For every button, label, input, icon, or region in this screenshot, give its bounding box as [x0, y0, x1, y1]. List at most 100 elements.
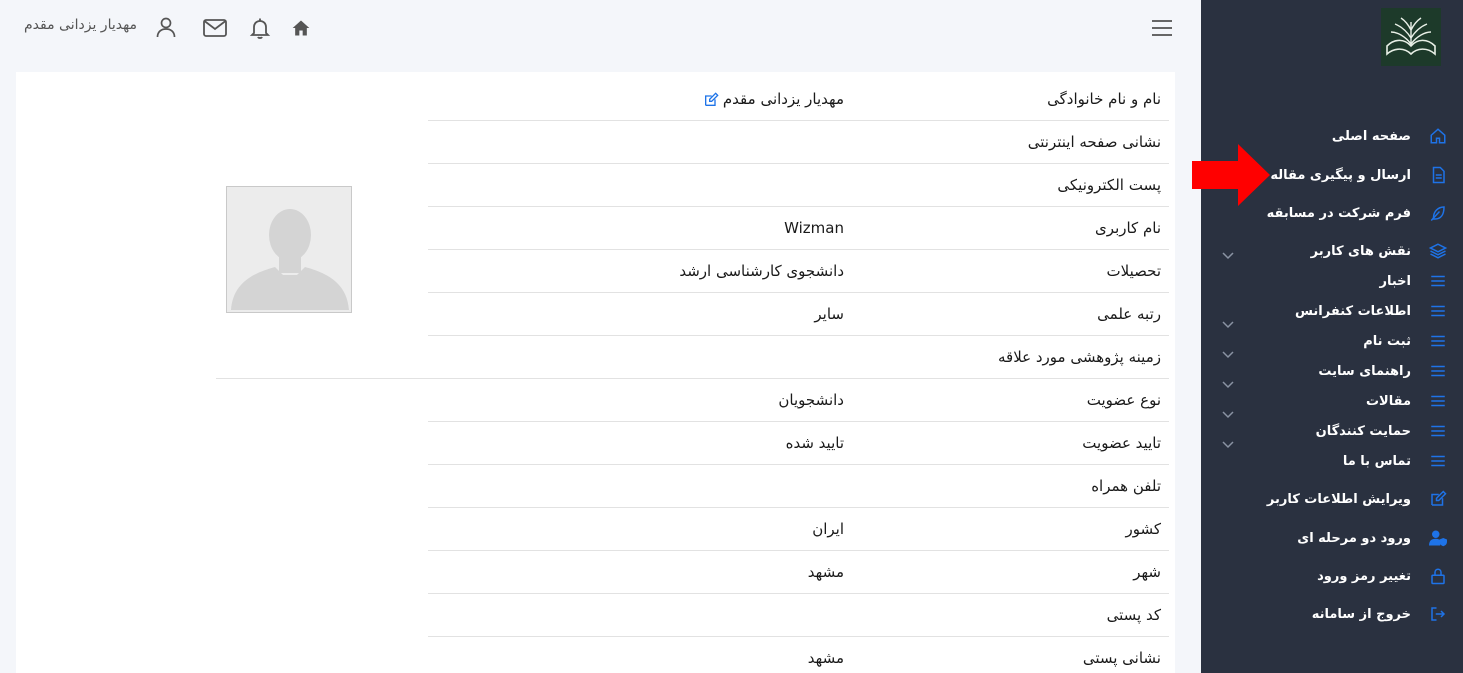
- sidebar-item-contact[interactable]: تماس با ما: [1343, 448, 1449, 474]
- feather-icon: [1427, 202, 1449, 224]
- sidebar-item-label: خروج از سامانه: [1311, 606, 1411, 622]
- profile-row-education: تحصیلات دانشجوی کارشناسی ارشد: [428, 250, 1169, 293]
- chevron-down-icon[interactable]: [1221, 407, 1235, 421]
- profile-row-postal-address: نشانی پستی مشهد: [428, 637, 1169, 673]
- document-icon: [1427, 164, 1449, 186]
- profile-row-membership-type: نوع عضویت دانشجویان: [428, 379, 1169, 422]
- row-label: نام کاربری: [1095, 219, 1161, 237]
- profile-row-email: پست الکترونیکی: [428, 164, 1169, 207]
- home-icon[interactable]: [287, 14, 315, 42]
- row-value: مهدیار یزدانی مقدم: [703, 78, 844, 121]
- profile-card: نام و نام خانوادگی مهدیار یزدانی مقدم نش…: [16, 72, 1175, 673]
- sidebar-item-label: ورود دو مرحله ای: [1297, 530, 1411, 546]
- layers-icon: [1427, 240, 1449, 262]
- edit-icon: [1427, 488, 1449, 510]
- sidebar-item-two-step-login[interactable]: ورود دو مرحله ای: [1297, 525, 1449, 551]
- top-header: مهدیار یزدانی مقدم: [0, 0, 1201, 58]
- profile-row-postal-code: کد پستی: [428, 594, 1169, 637]
- fullname-value: مهدیار یزدانی مقدم: [722, 90, 844, 108]
- profile-row-city: شهر مشهد: [428, 551, 1169, 594]
- sidebar-item-label: اخبار: [1379, 273, 1412, 289]
- chevron-down-icon[interactable]: [1221, 347, 1235, 361]
- profile-row-country: کشور ایران: [428, 508, 1169, 551]
- profile-row-website: نشانی صفحه اینترنتی: [428, 121, 1169, 164]
- row-value: سایر: [814, 305, 844, 323]
- sidebar-item-news[interactable]: اخبار: [1380, 268, 1450, 294]
- sidebar-item-articles[interactable]: مقالات: [1366, 388, 1449, 414]
- list-icon: [1427, 450, 1449, 472]
- chevron-down-icon[interactable]: [1221, 377, 1235, 391]
- row-label: تایید عضویت: [1082, 434, 1161, 452]
- sidebar-item-label: حمایت کنندگان: [1315, 423, 1411, 439]
- row-label: زمینه پژوهشی مورد علاقه: [998, 348, 1161, 366]
- list-icon: [1427, 270, 1449, 292]
- row-label: رتبه علمی: [1097, 305, 1161, 323]
- user-shield-icon: [1427, 527, 1449, 549]
- row-value: دانشجوی کارشناسی ارشد: [679, 262, 844, 280]
- mail-icon[interactable]: [201, 14, 229, 42]
- home-icon: [1427, 125, 1449, 147]
- chevron-down-icon[interactable]: [1221, 317, 1235, 331]
- logout-icon: [1427, 603, 1449, 625]
- sidebar-item-label: تماس با ما: [1342, 453, 1411, 469]
- row-label: کد پستی: [1106, 606, 1161, 624]
- sidebar-item-label: تغییر رمز ورود: [1317, 568, 1411, 584]
- sidebar-item-label: ویرایش اطلاعات کاربر: [1266, 491, 1411, 507]
- sidebar-item-submit-article[interactable]: ارسال و پیگیری مقاله: [1270, 162, 1449, 188]
- site-logo[interactable]: [1381, 8, 1441, 66]
- profile-row-membership-approval: تایید عضویت تایید شده: [428, 422, 1169, 465]
- list-icon: [1427, 420, 1449, 442]
- chevron-down-icon[interactable]: [1221, 248, 1235, 262]
- profile-row-fullname: نام و نام خانوادگی مهدیار یزدانی مقدم: [428, 78, 1169, 121]
- sidebar-item-label: صفحه اصلی: [1331, 128, 1411, 144]
- row-value: Wizman: [784, 219, 844, 237]
- menu-icon[interactable]: [1150, 18, 1174, 38]
- profile-row-academic-rank: رتبه علمی سایر: [428, 293, 1169, 336]
- bell-icon[interactable]: [246, 14, 274, 42]
- row-label: شهر: [1133, 563, 1161, 581]
- row-label: تحصیلات: [1106, 262, 1161, 280]
- row-value: دانشجویان: [778, 391, 844, 409]
- profile-avatar: [226, 186, 352, 313]
- user-icon[interactable]: [154, 15, 178, 39]
- row-value: مشهد: [807, 563, 844, 581]
- sidebar-item-label: ثبت نام: [1363, 333, 1411, 349]
- sidebar-item-user-roles[interactable]: نقش های کاربر: [1311, 238, 1449, 264]
- user-name[interactable]: مهدیار یزدانی مقدم: [24, 17, 137, 33]
- sidebar-item-logout[interactable]: خروج از سامانه: [1312, 601, 1449, 627]
- list-icon: [1427, 360, 1449, 382]
- sidebar-item-home[interactable]: صفحه اصلی: [1332, 123, 1449, 149]
- row-label: نوع عضویت: [1086, 391, 1161, 409]
- row-label: نشانی صفحه اینترنتی: [1027, 133, 1161, 151]
- row-label: نام و نام خانوادگی: [1047, 90, 1161, 108]
- sidebar-item-sponsors[interactable]: حمایت کنندگان: [1316, 418, 1449, 444]
- sidebar-item-site-guide[interactable]: راهنمای سایت: [1318, 358, 1449, 384]
- sidebar-item-change-password[interactable]: تغییر رمز ورود: [1317, 563, 1449, 589]
- row-label: پست الکترونیکی: [1057, 176, 1161, 194]
- sidebar: صفحه اصلی ارسال و پیگیری مقاله فرم شرکت …: [1201, 0, 1463, 673]
- chevron-down-icon[interactable]: [1221, 437, 1235, 451]
- row-label: نشانی پستی: [1082, 649, 1161, 667]
- row-value: مشهد: [807, 649, 844, 667]
- sidebar-item-label: نقش های کاربر: [1310, 243, 1411, 259]
- row-value: ایران: [812, 520, 844, 538]
- sidebar-item-label: فرم شرکت در مسابقه: [1266, 205, 1411, 221]
- list-icon: [1427, 330, 1449, 352]
- edit-icon[interactable]: [703, 91, 719, 108]
- profile-row-username: نام کاربری Wizman: [428, 207, 1169, 250]
- list-icon: [1427, 390, 1449, 412]
- sidebar-item-competition-form[interactable]: فرم شرکت در مسابقه: [1267, 200, 1449, 226]
- sidebar-item-edit-user-info[interactable]: ویرایش اطلاعات کاربر: [1267, 486, 1449, 512]
- sidebar-item-label: اطلاعات کنفرانس: [1295, 303, 1411, 319]
- row-label: کشور: [1125, 520, 1161, 538]
- sidebar-item-conference-info[interactable]: اطلاعات کنفرانس: [1295, 298, 1449, 324]
- row-value: تایید شده: [785, 434, 844, 452]
- list-icon: [1427, 300, 1449, 322]
- profile-row-research-field: زمینه پژوهشی مورد علاقه: [216, 336, 1169, 379]
- sidebar-item-label: مقالات: [1365, 393, 1411, 409]
- lock-icon: [1427, 565, 1449, 587]
- sidebar-item-label: ارسال و پیگیری مقاله: [1270, 167, 1411, 183]
- sidebar-item-label: راهنمای سایت: [1318, 363, 1411, 379]
- red-arrow-annotation: [1192, 144, 1270, 206]
- sidebar-item-registration[interactable]: ثبت نام: [1363, 328, 1449, 354]
